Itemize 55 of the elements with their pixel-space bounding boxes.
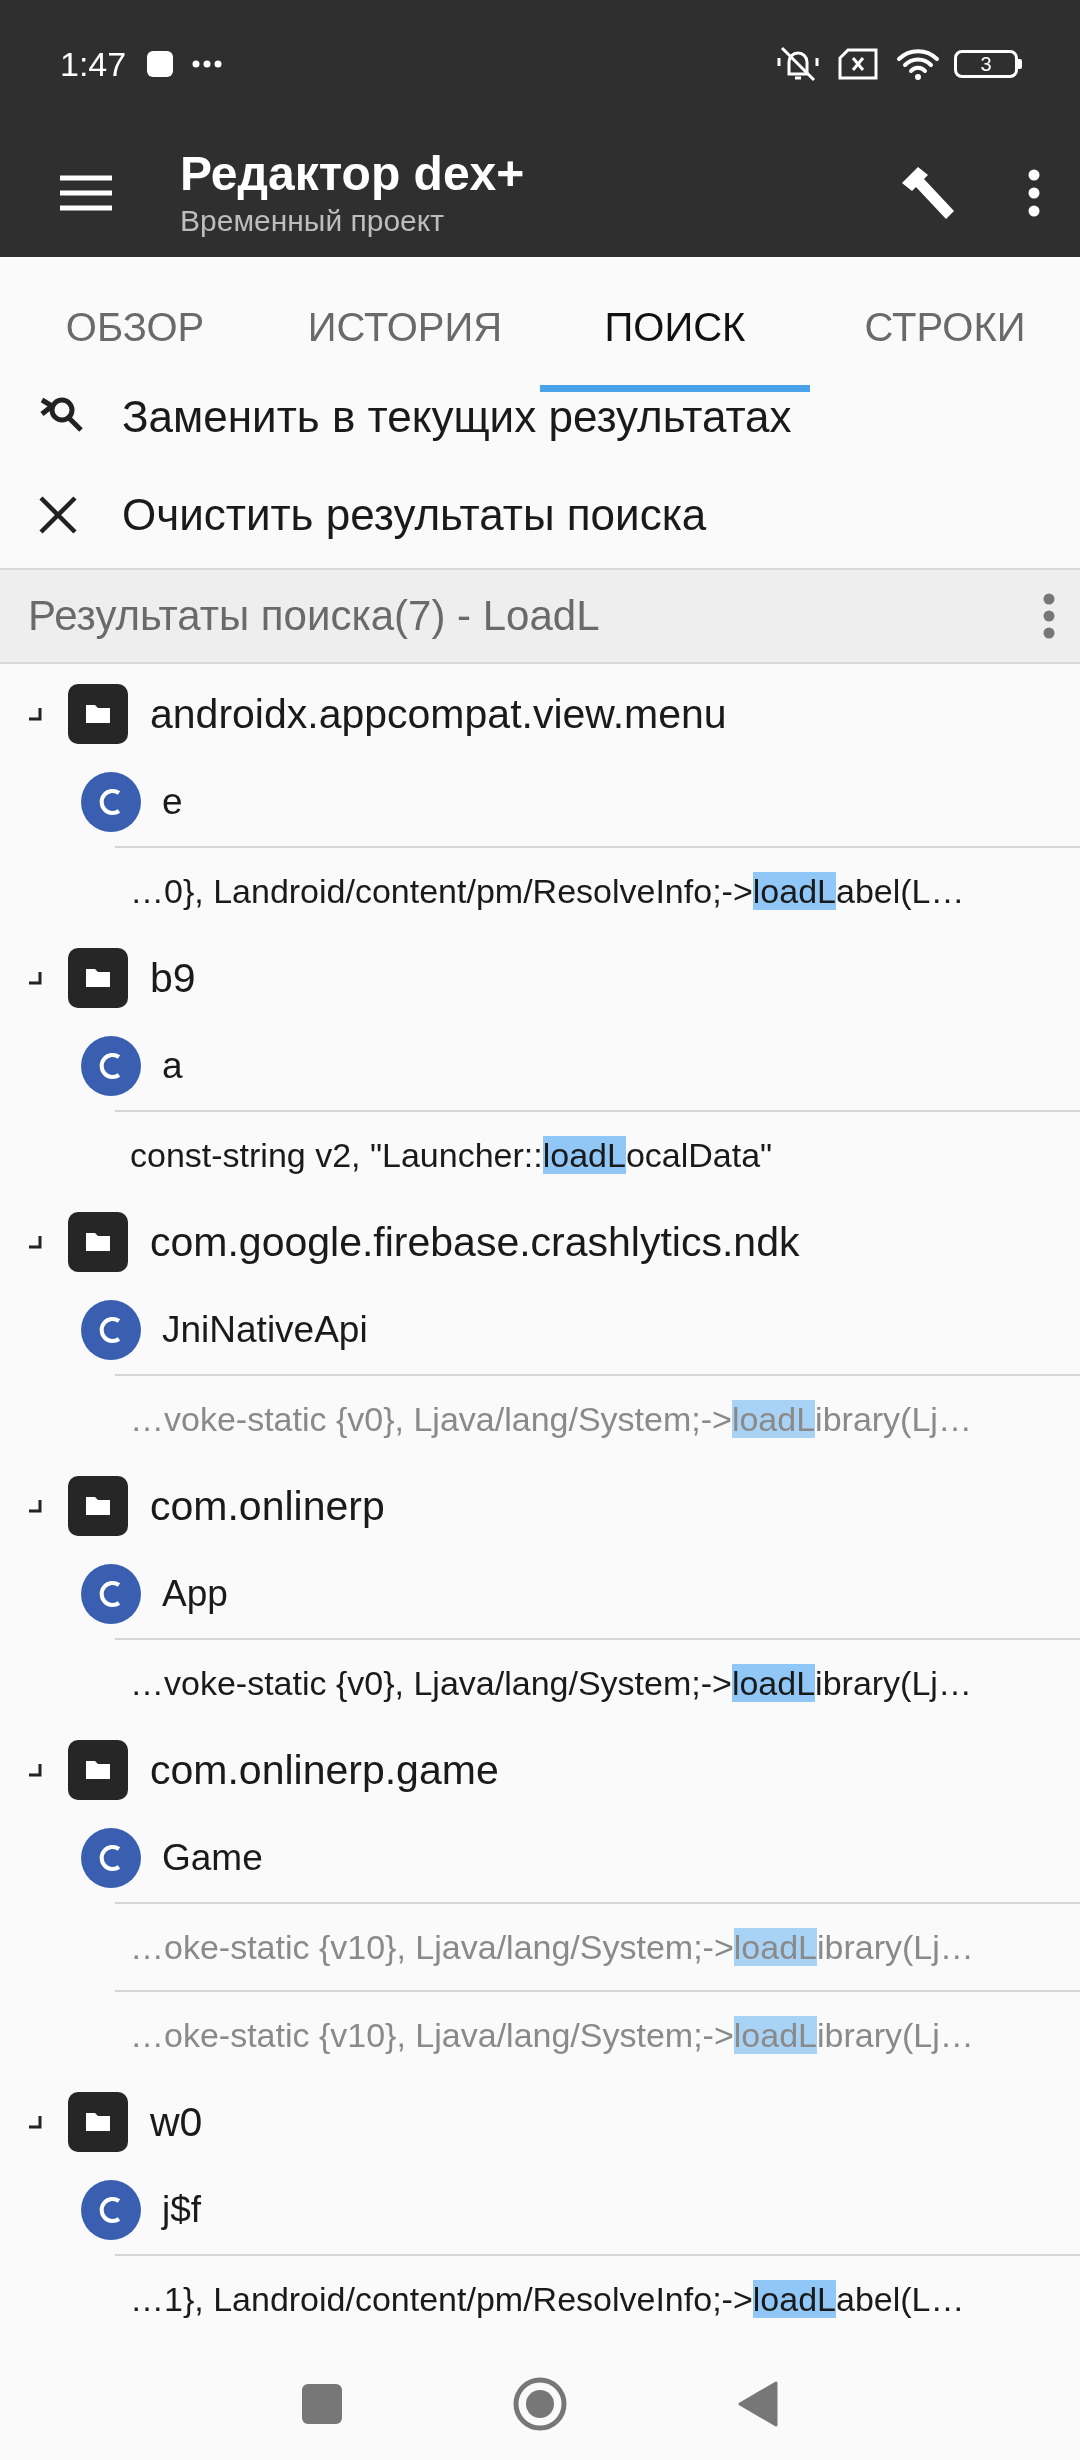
tab[interactable]: ПОИСК: [540, 257, 810, 392]
tree-branch-icon: [28, 971, 42, 985]
sim-card-icon: [838, 48, 878, 80]
search-match[interactable]: …voke-static {v0}, Ljava/lang/System;->loadLibrary(Lj…: [130, 1663, 972, 1703]
status-time: 1:47: [60, 44, 127, 84]
folder-icon: [68, 1740, 128, 1800]
folder-icon: [68, 1212, 128, 1272]
more-options-icon: [1042, 593, 1056, 639]
package-row[interactable]: b9: [0, 934, 1080, 1022]
class-row[interactable]: e: [0, 758, 1080, 846]
menu-item[interactable]: Очистить результаты поиска: [0, 462, 1080, 568]
package-row[interactable]: androidx.appcompat.view.menu: [0, 670, 1080, 758]
class-row[interactable]: a: [0, 1022, 1080, 1110]
more-options-icon: [1028, 168, 1040, 217]
tab[interactable]: ИСТОРИЯ: [270, 257, 540, 392]
class-icon: [80, 1563, 142, 1625]
class-row[interactable]: Game: [0, 1814, 1080, 1902]
class-icon: [80, 1299, 142, 1361]
project-subtitle: Временный проект: [180, 202, 445, 239]
tree-branch-icon: [28, 1763, 42, 1777]
app-title: Редактор dex+: [180, 145, 526, 202]
package-row[interactable]: com.onlinerp.game: [0, 1726, 1080, 1814]
class-row[interactable]: JniNativeApi: [0, 1286, 1080, 1374]
class-icon: [80, 771, 142, 833]
package-row[interactable]: w0: [0, 2078, 1080, 2166]
package-row[interactable]: com.google.firebase.crashlytics.ndk: [0, 1198, 1080, 1286]
folder-icon: [68, 1476, 128, 1536]
muted-bell-icon: [776, 44, 820, 84]
search-match[interactable]: …0}, Landroid/content/pm/ResolveInfo;->loadLabel(L…: [130, 871, 965, 911]
battery-icon: 3: [954, 50, 1018, 78]
class-icon: [80, 1827, 142, 1889]
tree-branch-icon: [28, 2115, 42, 2129]
folder-icon: [68, 2092, 128, 2152]
home-button[interactable]: [512, 2376, 568, 2432]
folder-icon: [68, 948, 128, 1008]
notification-icon: [146, 50, 175, 78]
tab[interactable]: СТРОКИ: [810, 257, 1080, 392]
class-row[interactable]: App: [0, 1550, 1080, 1638]
package-row[interactable]: com.onlinerp: [0, 1462, 1080, 1550]
class-icon: [80, 1035, 142, 1097]
tree-branch-icon: [28, 707, 42, 721]
class-icon: [80, 2179, 142, 2241]
class-row[interactable]: j$f: [0, 2166, 1080, 2254]
search-match[interactable]: const-string v2, "Launcher::loadLocalData": [130, 1135, 773, 1175]
wifi-icon: [896, 47, 940, 81]
tree-branch-icon: [28, 1235, 42, 1249]
tab[interactable]: ОБЗОР: [0, 257, 270, 392]
more-notifications-icon: [192, 60, 223, 68]
folder-icon: [68, 684, 128, 744]
search-match[interactable]: …1}, Landroid/content/pm/ResolveInfo;->loadLabel(L…: [130, 2279, 965, 2319]
results-title: Результаты поиска(7) - LoadL: [28, 592, 601, 640]
back-button[interactable]: [738, 2381, 778, 2427]
menu-item[interactable]: Заменить в текущих результатах: [0, 392, 1080, 462]
tree-branch-icon: [28, 1499, 42, 1513]
close-icon: [38, 495, 78, 535]
